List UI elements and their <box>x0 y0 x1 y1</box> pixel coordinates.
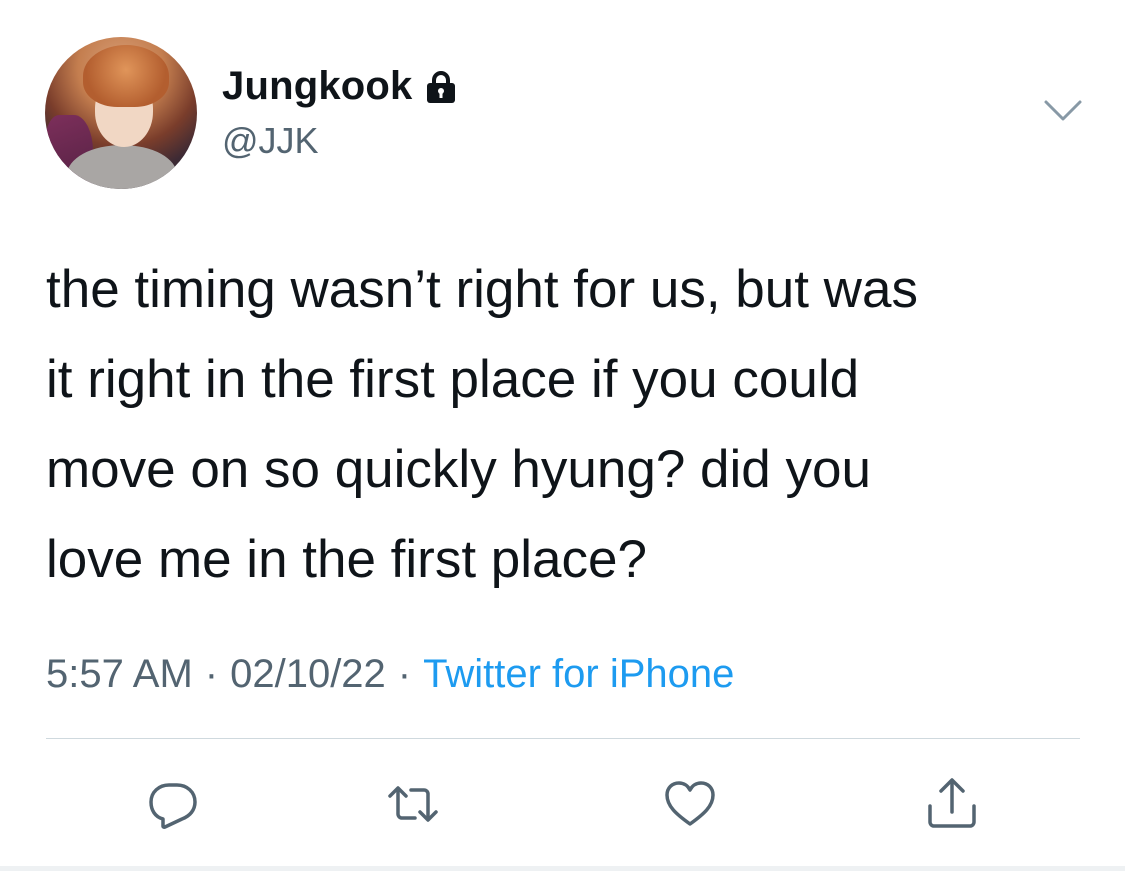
share-icon <box>928 778 976 828</box>
tweet-text-line: love me in the first place? <box>46 530 647 589</box>
tweet-text: the timing wasn’t right for us, but was … <box>46 245 1086 605</box>
tweet-source-link[interactable]: Twitter for iPhone <box>423 652 734 696</box>
reply-button[interactable] <box>145 776 201 832</box>
share-button[interactable] <box>924 776 980 832</box>
tweet-card: Jungkook @JJK the timing wasn’t right fo… <box>0 0 1125 871</box>
username-handle[interactable]: @JJK <box>222 120 319 162</box>
tweet-text-line: move on so quickly hyung? did you <box>46 440 871 499</box>
divider <box>46 738 1080 739</box>
tweet-time[interactable]: 5:57 AM <box>46 652 193 696</box>
author-name-row[interactable]: Jungkook <box>222 64 457 109</box>
avatar[interactable] <box>45 37 197 189</box>
tweet-date[interactable]: 02/10/22 <box>230 652 386 696</box>
display-name[interactable]: Jungkook <box>222 64 413 109</box>
avatar-hair <box>83 45 169 107</box>
bottom-border <box>0 866 1125 871</box>
meta-separator: · <box>204 652 219 696</box>
lock-icon <box>425 70 457 104</box>
like-button[interactable] <box>662 776 718 832</box>
heart-icon <box>665 781 715 826</box>
tweet-text-line: the timing wasn’t right for us, but was <box>46 260 918 319</box>
tweet-text-line: it right in the first place if you could <box>46 350 860 409</box>
retweet-icon <box>388 786 438 822</box>
reply-icon <box>149 783 197 829</box>
meta-separator: · <box>397 652 412 696</box>
chevron-down-icon[interactable] <box>1043 98 1083 124</box>
tweet-meta: 5:57 AM · 02/10/22 · Twitter for iPhone <box>46 652 734 697</box>
retweet-button[interactable] <box>385 776 441 832</box>
